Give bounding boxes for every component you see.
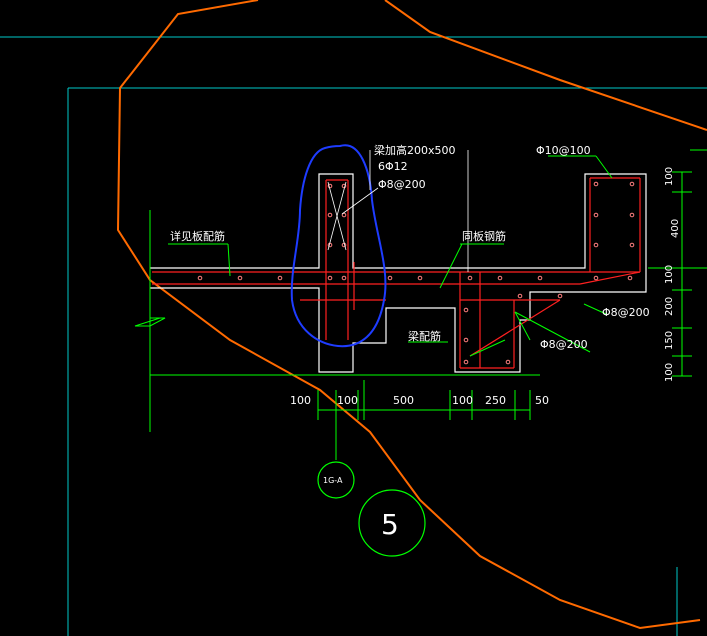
column-size-note: 梁加高200x500	[374, 143, 456, 157]
cad-drawing: 梁加高200x500 6Φ12 Φ8@200 Φ10@100 详见板配筋 同板钢…	[0, 0, 707, 636]
dim-v-3: 100	[664, 265, 675, 284]
axis-label: 1G-A	[323, 476, 343, 485]
stirrup-right-note-2: Φ8@200	[602, 306, 650, 319]
top-bar-right-note: Φ10@100	[536, 144, 591, 157]
beam-rebar-note: 梁配筋	[408, 329, 441, 343]
dim-h-2: 100	[337, 394, 358, 407]
see-slab-note: 详见板配筋	[170, 229, 225, 243]
drawing-frame	[0, 36, 707, 636]
dim-h-6: 50	[535, 394, 549, 407]
column-stirrup-note: Φ8@200	[378, 178, 426, 191]
dim-v-5: 150	[664, 331, 675, 350]
section-number: 5	[381, 508, 399, 541]
dim-h-5: 250	[485, 394, 506, 407]
distribution-bar-note: 同板钢筋	[462, 229, 506, 243]
dim-v-1: 100	[664, 167, 675, 186]
dim-h-4: 100	[452, 394, 473, 407]
hand-markup-outline	[290, 144, 387, 348]
cad-drawing-canvas[interactable]: 梁加高200x500 6Φ12 Φ8@200 Φ10@100 详见板配筋 同板钢…	[0, 0, 707, 636]
dim-h-3: 500	[393, 394, 414, 407]
dim-v-4: 200	[664, 297, 675, 316]
dimension-lines	[134, 149, 707, 460]
stirrup-right-note-1: Φ8@200	[540, 338, 588, 351]
section-cut-line	[384, 0, 707, 131]
dim-v-6: 100	[664, 363, 675, 382]
dim-h-1: 100	[290, 394, 311, 407]
column-bars-note: 6Φ12	[378, 160, 408, 173]
dim-v-2: 400	[670, 219, 681, 238]
